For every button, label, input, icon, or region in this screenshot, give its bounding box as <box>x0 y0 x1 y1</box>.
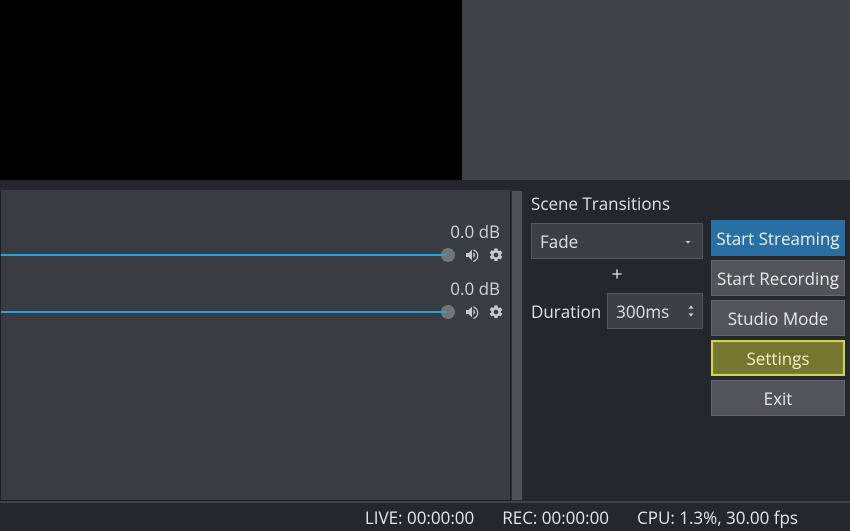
chevron-up-icon <box>686 304 696 310</box>
preview-canvas[interactable] <box>0 0 462 180</box>
chevron-down-icon <box>686 312 696 318</box>
chevron-down-icon <box>682 230 694 253</box>
studio-mode-button[interactable]: Studio Mode <box>711 300 845 336</box>
gear-icon[interactable] <box>488 304 504 320</box>
add-transition-button[interactable] <box>609 265 625 287</box>
status-bar: LIVE: 00:00:00 REC: 00:00:00 CPU: 1.3%, … <box>0 501 850 531</box>
transition-select[interactable]: Fade <box>531 223 703 259</box>
audio-db-label: 0.0 dB <box>1 220 510 243</box>
exit-button[interactable]: Exit <box>711 380 845 416</box>
spin-arrows[interactable] <box>686 304 696 318</box>
audio-channel: 0.0 dB <box>1 220 510 267</box>
start-recording-button[interactable]: Start Recording <box>711 260 845 296</box>
status-live: LIVE: 00:00:00 <box>365 506 474 529</box>
status-rec: REC: 00:00:00 <box>502 506 609 529</box>
audio-db-label: 0.0 dB <box>1 277 510 300</box>
duration-label: Duration <box>531 300 601 323</box>
scene-transitions-title: Scene Transitions <box>531 190 703 223</box>
audio-mixer-panel: 0.0 dB <box>0 190 523 501</box>
mixer-scrollbar[interactable] <box>511 190 523 501</box>
speaker-icon[interactable] <box>464 304 480 320</box>
controls-panel: Start Streaming Start Recording Studio M… <box>711 190 845 501</box>
transition-select-value: Fade <box>540 230 578 253</box>
volume-slider-track[interactable] <box>1 254 446 256</box>
preview-side-area <box>462 0 850 180</box>
duration-spinbox[interactable]: 300ms <box>607 293 703 329</box>
scene-transitions-panel: Scene Transitions Fade Duration 300ms <box>531 190 703 501</box>
settings-button[interactable]: Settings <box>711 340 845 376</box>
start-streaming-button[interactable]: Start Streaming <box>711 220 845 256</box>
panel-separator <box>0 180 850 190</box>
status-cpu: CPU: 1.3%, 30.00 fps <box>637 506 798 529</box>
speaker-icon[interactable] <box>464 247 480 263</box>
preview-row <box>0 0 850 180</box>
volume-slider-track[interactable] <box>1 311 446 313</box>
gear-icon[interactable] <box>488 247 504 263</box>
duration-value: 300ms <box>616 300 669 323</box>
audio-channel: 0.0 dB <box>1 277 510 324</box>
